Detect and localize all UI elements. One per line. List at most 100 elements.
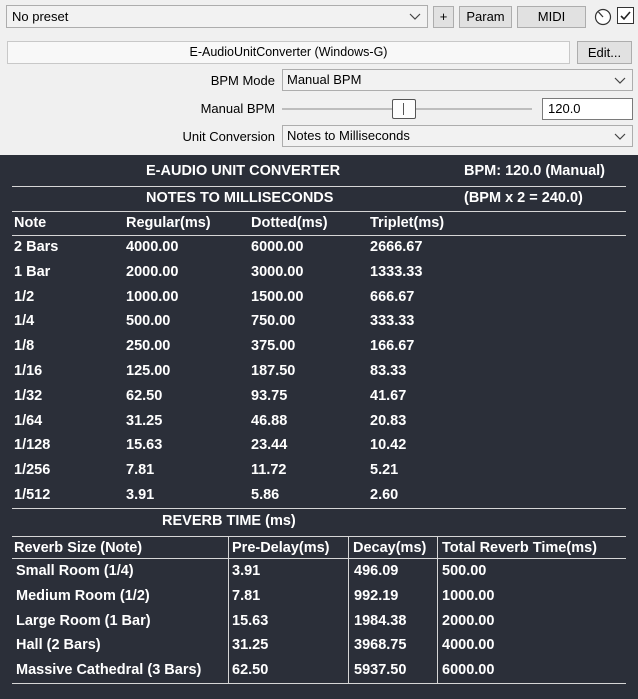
note-cell: 1/4	[14, 313, 35, 330]
reverb-size-cell: Medium Room (1/2)	[16, 587, 150, 604]
reverb-size-cell: Small Room (1/4)	[16, 563, 134, 579]
note-cell: 1/128	[14, 437, 51, 454]
note-cell: 1/512	[14, 487, 51, 503]
note-ms-cell: 23.44	[251, 437, 288, 454]
plugin-name-field: E-AudioUnitConverter (Windows-G)	[7, 41, 570, 64]
converter-display: E-AUDIO UNIT CONVERTER BPM: 120.0 (Manua…	[0, 155, 638, 699]
note-ms-cell: 666.67	[370, 288, 415, 305]
manual-bpm-label: Manual BPM	[200, 101, 275, 116]
reverb-ms-cell: 5937.50	[354, 662, 407, 679]
header-divider	[12, 186, 626, 187]
note-ms-cell: 2666.67	[370, 239, 423, 255]
reverb-size-cell: Hall (2 Bars)	[16, 637, 101, 654]
bpm-mode-label: BPM Mode	[210, 73, 275, 88]
reverb-size-cell: Large Room (1 Bar)	[16, 612, 151, 629]
note-ms-cell: 2.60	[370, 487, 399, 503]
reverb-ms-cell: 992.19	[354, 587, 399, 604]
note-ms-cell: 500.00	[126, 313, 171, 330]
note-cell: 1 Bar	[14, 263, 51, 280]
reverb-header-decay: Decay(ms)	[353, 540, 427, 556]
note-ms-cell: 46.88	[251, 412, 288, 429]
reverb-grid-col2	[348, 536, 349, 684]
note-ms-cell: 20.83	[370, 412, 407, 429]
note-cell: 1/8	[14, 338, 35, 355]
checkmark-icon	[620, 11, 631, 21]
bpm-formula: (BPM x 2 = 240.0)	[464, 190, 583, 206]
note-ms-cell: 187.50	[251, 363, 296, 379]
note-cell: 1/16	[14, 363, 43, 379]
reverb-grid-bottom	[12, 683, 626, 684]
reverb-ms-cell: 496.09	[354, 563, 399, 579]
unit-conversion-value: Notes to Milliseconds	[287, 128, 410, 143]
note-ms-cell: 2000.00	[126, 263, 179, 280]
reverb-grid-col1	[228, 536, 229, 684]
notes-header-note: Note	[14, 215, 47, 231]
note-ms-cell: 41.67	[370, 387, 407, 404]
wet-dry-knob-icon[interactable]	[594, 8, 612, 26]
display-title: E-AUDIO UNIT CONVERTER	[146, 163, 341, 179]
note-ms-cell: 250.00	[126, 338, 171, 355]
notes-header-dotted: Dotted(ms)	[251, 215, 328, 231]
reverb-top-divider	[12, 508, 626, 509]
reverb-ms-cell: 500.00	[442, 563, 487, 579]
note-ms-cell: 5.86	[251, 487, 280, 503]
reverb-header-size: Reverb Size (Note)	[14, 540, 143, 556]
note-ms-cell: 750.00	[251, 313, 296, 330]
chevron-down-icon	[614, 77, 626, 84]
reverb-header-total: Total Reverb Time(ms)	[442, 540, 597, 556]
bpm-status: BPM: 120.0 (Manual)	[464, 163, 605, 179]
notes-header-regular: Regular(ms)	[126, 215, 211, 231]
note-cell: 2 Bars	[14, 239, 59, 255]
note-cell: 1/2	[14, 288, 35, 305]
note-ms-cell: 1333.33	[370, 263, 423, 280]
note-cell: 1/32	[14, 387, 43, 404]
note-ms-cell: 83.33	[370, 363, 407, 379]
note-ms-cell: 93.75	[251, 387, 288, 404]
reverb-ms-cell: 3.91	[232, 563, 261, 579]
reverb-ms-cell: 3968.75	[354, 637, 407, 654]
param-button[interactable]: Param	[459, 6, 512, 28]
host-toolbar: No preset + Param MIDI	[0, 0, 638, 34]
note-ms-cell: 5.21	[370, 462, 399, 479]
reverb-grid-header-bottom	[12, 558, 626, 559]
enable-checkbox[interactable]	[617, 7, 634, 24]
note-ms-cell: 7.81	[126, 462, 155, 479]
reverb-ms-cell: 62.50	[232, 662, 269, 679]
bpm-mode-value: Manual BPM	[287, 72, 362, 87]
unit-conversion-select[interactable]: Notes to Milliseconds	[282, 125, 633, 147]
preset-select[interactable]: No preset	[6, 5, 428, 28]
mode-divider	[12, 211, 626, 212]
edit-button[interactable]: Edit...	[577, 41, 632, 64]
note-ms-cell: 125.00	[126, 363, 171, 379]
reverb-ms-cell: 1000.00	[442, 587, 495, 604]
manual-bpm-slider-thumb[interactable]	[392, 99, 416, 119]
reverb-ms-cell: 15.63	[232, 612, 269, 629]
reverb-grid-top	[12, 536, 626, 537]
unit-conversion-label: Unit Conversion	[182, 129, 276, 144]
reverb-title: REVERB TIME (ms)	[162, 513, 296, 529]
bpm-mode-select[interactable]: Manual BPM	[282, 69, 633, 91]
note-ms-cell: 1000.00	[126, 288, 179, 305]
note-ms-cell: 11.72	[251, 462, 287, 479]
note-ms-cell: 31.25	[126, 412, 163, 429]
reverb-ms-cell: 7.81	[232, 587, 261, 604]
notes-header-divider	[12, 235, 626, 236]
note-ms-cell: 6000.00	[251, 239, 304, 255]
preset-value: No preset	[12, 9, 69, 24]
manual-bpm-input[interactable]: 120.0	[542, 98, 633, 120]
chevron-down-icon	[614, 133, 626, 140]
reverb-grid-col3	[437, 536, 438, 684]
note-ms-cell: 166.67	[370, 338, 415, 355]
reverb-ms-cell: 4000.00	[442, 637, 495, 654]
add-preset-button[interactable]: +	[433, 6, 454, 28]
reverb-ms-cell: 1984.38	[354, 612, 407, 629]
reverb-ms-cell: 31.25	[232, 637, 269, 654]
chevron-down-icon	[409, 13, 421, 20]
mode-title: NOTES TO MILLISECONDS	[146, 190, 334, 206]
midi-button[interactable]: MIDI	[517, 6, 586, 28]
reverb-header-predelay: Pre-Delay(ms)	[232, 540, 330, 556]
note-ms-cell: 62.50	[126, 387, 163, 404]
notes-header-triplet: Triplet(ms)	[370, 215, 445, 231]
note-ms-cell: 15.63	[126, 437, 163, 454]
note-cell: 1/256	[14, 462, 51, 479]
